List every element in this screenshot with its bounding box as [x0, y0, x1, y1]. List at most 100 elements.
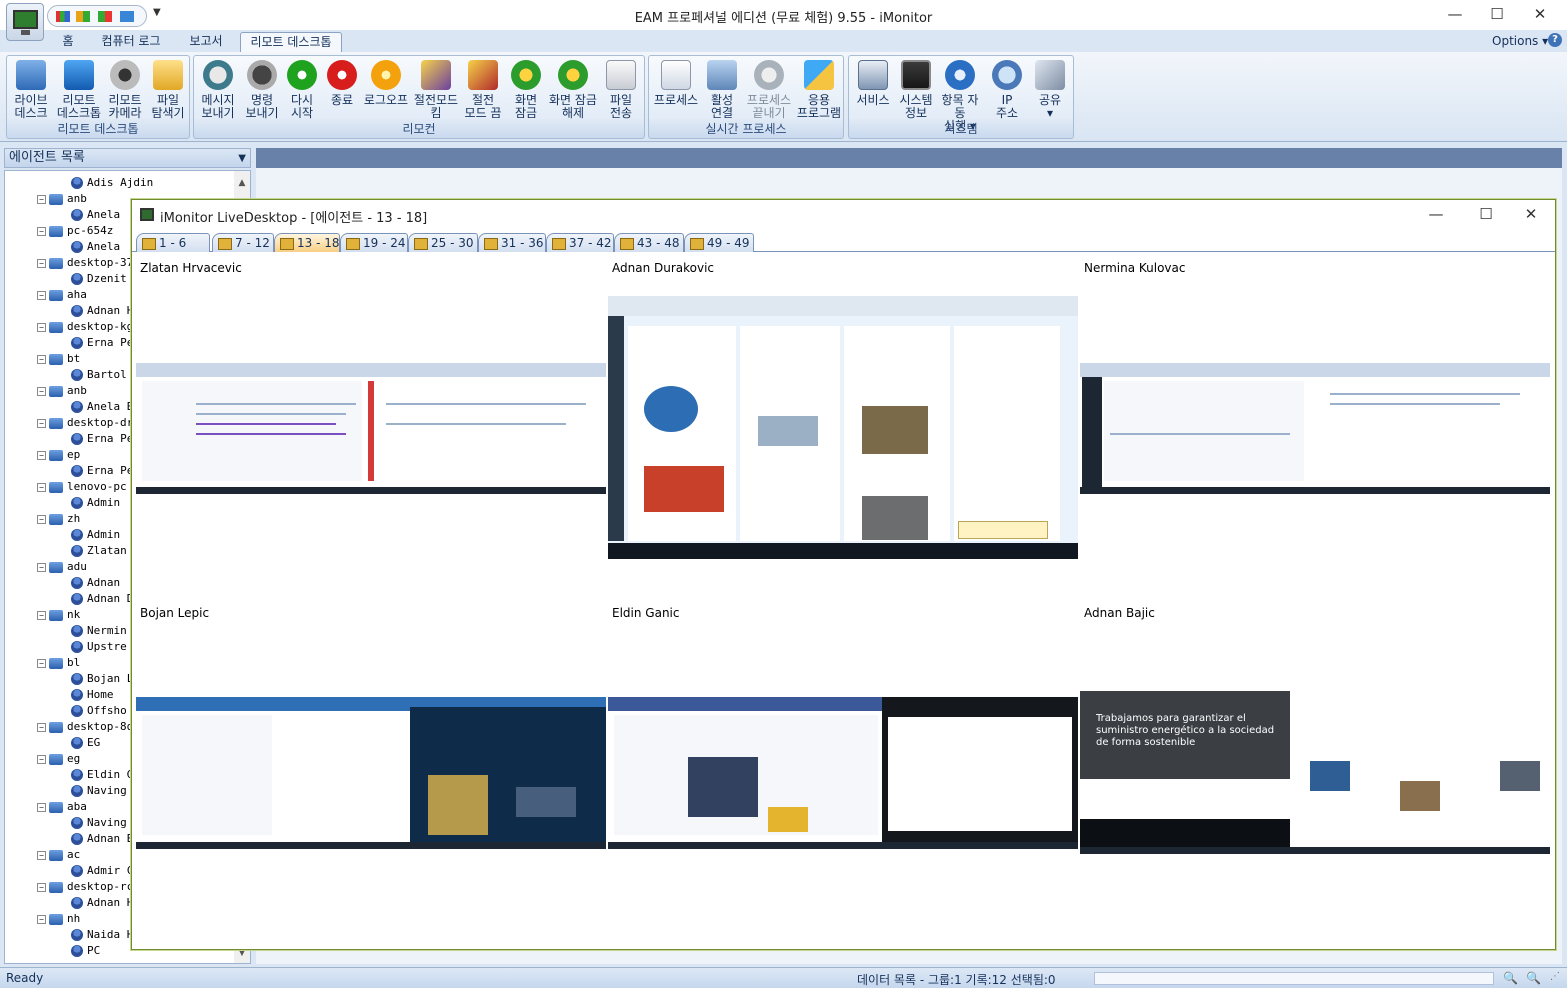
tree-node-computer[interactable]: − desktop-8q — [37, 719, 133, 735]
tree-node-user[interactable]: Admin — [71, 527, 120, 543]
tree-node-computer[interactable]: − nk — [37, 607, 80, 623]
share-button[interactable]: 공유 ▾ — [1029, 60, 1071, 124]
tree-node-computer[interactable]: − zh — [37, 511, 80, 527]
tree-node-computer[interactable]: − desktop-dr — [37, 415, 133, 431]
collapse-icon[interactable]: − — [37, 658, 46, 668]
collapse-icon[interactable]: − — [37, 802, 46, 812]
minimize-icon[interactable]: — — [1443, 4, 1467, 24]
tree-node-computer[interactable]: − pc-654z — [37, 223, 113, 239]
file-transfer-button[interactable]: 파일 전송 — [600, 60, 642, 124]
tree-node-user[interactable]: Admin — [71, 495, 120, 511]
collapse-icon[interactable]: − — [37, 514, 46, 524]
tree-node-user[interactable]: Adnan — [71, 575, 120, 591]
tree-node-user[interactable]: Anela — [71, 207, 120, 223]
system-info-button[interactable]: 시스템 정보 — [895, 60, 937, 124]
remote-camera-button[interactable]: 리모트 카메라 — [103, 60, 147, 124]
app-menu-button[interactable] — [6, 3, 44, 41]
tree-node-computer[interactable]: − nh — [37, 911, 80, 927]
collapse-icon[interactable]: − — [37, 194, 46, 204]
range-tab[interactable]: 19 - 24 — [340, 233, 408, 252]
range-tab-selected[interactable]: 13 - 18 — [274, 233, 340, 252]
tree-node-user[interactable]: Bojan L — [71, 671, 133, 687]
services-button[interactable]: 서비스 — [851, 60, 895, 124]
tab-home[interactable]: 홈 — [55, 32, 81, 53]
tab-reports[interactable]: 보고서 — [182, 32, 230, 53]
collapse-icon[interactable]: − — [37, 450, 46, 460]
range-tab[interactable]: 37 - 42 — [546, 233, 614, 252]
live-desktop-titlebar[interactable]: iMonitor LiveDesktop - [에이전트 - 13 - 18] … — [132, 200, 1555, 230]
close-icon[interactable]: ✕ — [1528, 4, 1552, 24]
sleep-mode-off-button[interactable]: 절전 모드 끔 — [460, 60, 506, 124]
collapse-icon[interactable]: − — [37, 850, 46, 860]
tree-node-user[interactable]: PC — [71, 943, 100, 959]
active-connection-button[interactable]: 활성 연결 — [701, 60, 743, 124]
collapse-icon[interactable]: − — [37, 722, 46, 732]
tree-node-user[interactable]: EG — [71, 735, 100, 751]
range-tab[interactable]: 49 - 49 — [684, 233, 754, 252]
agent-screen-thumbnail[interactable] — [608, 697, 1078, 849]
agent-screen-thumbnail[interactable] — [1080, 363, 1550, 494]
tree-node-user[interactable]: Upstre — [71, 639, 127, 655]
collapse-icon[interactable]: − — [37, 354, 46, 364]
tree-node-computer[interactable]: − anb — [37, 191, 87, 207]
collapse-icon[interactable]: − — [37, 882, 46, 892]
zoom-in-icon[interactable]: 🔍 — [1526, 971, 1541, 985]
tree-node-user[interactable]: Erna Pe — [71, 463, 133, 479]
options-menu[interactable]: Options ▾ — [1492, 34, 1548, 48]
live-desk-button[interactable]: 라이브 데스크 — [9, 60, 53, 124]
tree-node-user[interactable]: Naving — [71, 815, 127, 831]
send-command-button[interactable]: 명령 보내기 — [240, 60, 284, 124]
tree-node-computer[interactable]: − lenovo-pc — [37, 479, 127, 495]
help-icon[interactable]: ? — [1548, 33, 1562, 47]
tree-node-user[interactable]: Nermin — [71, 623, 127, 639]
unlock-screen-button[interactable]: 화면 잠금 해제 — [546, 60, 600, 124]
close-icon[interactable]: ✕ — [1519, 204, 1543, 224]
tree-node-user[interactable]: Dzenit — [71, 271, 127, 287]
tree-node-computer[interactable]: − aha — [37, 287, 87, 303]
remote-desktop-button[interactable]: 리모트 데스크톱 — [55, 60, 103, 124]
zoom-out-icon[interactable]: 🔍 — [1503, 971, 1518, 985]
maximize-icon[interactable]: ☐ — [1485, 4, 1509, 24]
collapse-icon[interactable]: − — [37, 322, 46, 332]
tree-node-user[interactable]: Anela — [71, 239, 120, 255]
lock-screen-button[interactable]: 화면 잠금 — [506, 60, 546, 124]
collapse-icon[interactable]: − — [37, 226, 46, 236]
agent-screen-thumbnail[interactable] — [136, 363, 606, 494]
shutdown-button[interactable]: 종료 — [322, 60, 362, 124]
tree-node-user[interactable]: Adnan H — [71, 895, 133, 911]
range-tab[interactable]: 25 - 30 — [408, 233, 478, 252]
tree-node-computer[interactable]: − bl — [37, 655, 80, 671]
tab-remote-desktop[interactable]: 리모트 데스크톱 — [240, 32, 342, 53]
tree-node-user[interactable]: Erna Pe — [71, 431, 133, 447]
tree-node-user[interactable]: Adis Ajdin — [71, 175, 153, 191]
tree-node-computer[interactable]: − aba — [37, 799, 87, 815]
file-explorer-button[interactable]: 파일 탐색기 — [147, 60, 189, 124]
tree-node-user[interactable]: Home — [71, 687, 114, 703]
zoom-track[interactable] — [1094, 972, 1494, 985]
applications-button[interactable]: 응용 프로그램 — [795, 60, 843, 124]
tree-node-user[interactable]: Eldin G — [71, 767, 133, 783]
tree-node-computer[interactable]: − anb — [37, 383, 87, 399]
tree-node-computer[interactable]: − eg — [37, 751, 80, 767]
tree-node-user[interactable]: Adnan B — [71, 831, 133, 847]
tree-node-user[interactable]: Offsho — [71, 703, 127, 719]
agent-screen-thumbnail[interactable] — [136, 697, 606, 849]
restart-button[interactable]: 다시 시작 — [282, 60, 322, 124]
tree-node-user[interactable]: Zlatan — [71, 543, 127, 559]
chevron-down-icon[interactable]: ▼ — [238, 150, 246, 168]
process-button[interactable]: 프로세스 — [651, 60, 701, 124]
collapse-icon[interactable]: − — [37, 754, 46, 764]
tree-node-computer[interactable]: − ep — [37, 447, 80, 463]
tree-node-user[interactable]: Adnan H — [71, 303, 133, 319]
tree-node-computer[interactable]: − ac — [37, 847, 80, 863]
collapse-icon[interactable]: − — [37, 482, 46, 492]
tree-node-computer[interactable]: − adu — [37, 559, 87, 575]
range-tab[interactable]: 7 - 12 — [212, 233, 274, 252]
collapse-icon[interactable]: − — [37, 914, 46, 924]
scroll-up-icon[interactable]: ▲ — [234, 175, 250, 191]
tree-node-user[interactable]: Bartol — [71, 367, 127, 383]
collapse-icon[interactable]: − — [37, 290, 46, 300]
collapse-icon[interactable]: − — [37, 386, 46, 396]
minimize-icon[interactable]: — — [1424, 204, 1448, 224]
sleep-mode-on-button[interactable]: 절전모드 킴 — [412, 60, 460, 124]
